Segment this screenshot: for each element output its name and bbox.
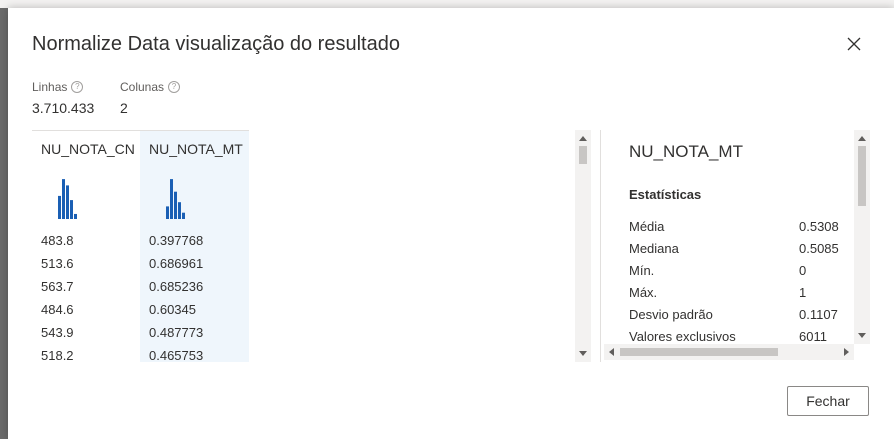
stats-heading: Estatísticas	[629, 187, 702, 202]
grid-cell[interactable]: 0.686961	[149, 256, 203, 271]
histogram-bar	[166, 206, 169, 219]
grid-column-nu-nota-mt[interactable]: NU_NOTA_MT 0.397768 0.686961 0.685236 0.…	[140, 130, 249, 362]
scrollbar-thumb[interactable]	[620, 348, 778, 356]
stat-label: Desvio padrão	[629, 307, 713, 322]
column-histogram	[166, 179, 185, 219]
stat-value: 1	[799, 285, 807, 300]
grid-cell[interactable]: 513.6	[41, 256, 74, 271]
grid-cell[interactable]: 484.6	[41, 302, 74, 317]
grid-cell[interactable]: 543.9	[41, 325, 74, 340]
scroll-left-arrow-icon[interactable]	[609, 348, 614, 356]
cols-label-group: Colunas ?	[120, 80, 181, 94]
scroll-up-arrow-icon[interactable]	[579, 136, 587, 141]
stat-label: Média	[629, 219, 665, 234]
stat-value: 0	[799, 263, 807, 278]
grid-cell[interactable]: 0.465753	[149, 348, 203, 362]
grid-column-nu-nota-cn[interactable]: NU_NOTA_CN 483.8 513.6 563.7 484.6 543.9…	[32, 130, 140, 362]
rows-value: 3.710.433	[32, 100, 95, 116]
column-header[interactable]: NU_NOTA_MT	[149, 141, 243, 157]
column-statistics-panel: NU_NOTA_MT Estatísticas Média 0.5308 Med…	[600, 130, 855, 362]
histogram-bar	[62, 179, 65, 219]
stat-label: Mín.	[629, 263, 655, 278]
grid-cell[interactable]: 0.487773	[149, 325, 203, 340]
histogram-bar	[70, 200, 73, 219]
cols-value: 2	[120, 100, 128, 116]
close-icon	[847, 37, 861, 51]
dialog-title: Normalize Data visualização do resultado	[32, 33, 400, 55]
stat-label: Máx.	[629, 285, 658, 300]
info-icon[interactable]: ?	[71, 81, 84, 93]
stat-value: 6011	[799, 329, 827, 344]
cols-label: Colunas	[120, 80, 165, 94]
histogram-bar	[74, 213, 77, 219]
grid-cell[interactable]: 518.2	[41, 348, 74, 362]
histogram-bar	[182, 212, 185, 219]
histogram-bar	[170, 179, 173, 219]
histogram-bar	[66, 185, 69, 219]
rows-label-group: Linhas ?	[32, 80, 84, 94]
scroll-down-arrow-icon[interactable]	[858, 333, 866, 338]
grid-cell[interactable]: 0.397768	[149, 233, 203, 248]
stat-value: 0.5085	[799, 241, 839, 256]
result-visualization-dialog: Normalize Data visualização do resultado…	[8, 8, 894, 439]
background-page-strip	[0, 0, 894, 8]
histogram-bar	[178, 202, 181, 219]
grid-cell[interactable]: 563.7	[41, 279, 74, 294]
column-header[interactable]: NU_NOTA_CN	[41, 141, 135, 157]
stat-value: 0.5308	[799, 219, 839, 234]
info-icon[interactable]: ?	[168, 81, 181, 93]
histogram-bar	[174, 191, 177, 219]
histogram-bar	[58, 195, 61, 219]
stat-label: Valores exclusivos	[629, 329, 736, 344]
scrollbar-thumb[interactable]	[858, 146, 866, 206]
scrollbar-thumb[interactable]	[579, 146, 587, 164]
grid-cell[interactable]: 0.60345	[149, 302, 196, 317]
scroll-up-arrow-icon[interactable]	[858, 136, 866, 141]
stat-label: Mediana	[629, 241, 679, 256]
grid-cell[interactable]: 483.8	[41, 233, 74, 248]
scroll-right-arrow-icon[interactable]	[844, 348, 849, 356]
rows-label: Linhas	[32, 80, 68, 94]
data-grid: NU_NOTA_CN 483.8 513.6 563.7 484.6 543.9…	[32, 130, 596, 362]
column-histogram	[58, 179, 77, 219]
close-button[interactable]	[844, 34, 864, 54]
stat-value: 0.1107	[799, 307, 838, 322]
grid-vertical-scrollbar[interactable]	[575, 130, 591, 362]
close-dialog-button[interactable]: Fechar	[787, 386, 869, 416]
stats-vertical-scrollbar[interactable]	[854, 130, 870, 344]
stats-column-title: NU_NOTA_MT	[629, 142, 743, 161]
stats-horizontal-scrollbar[interactable]	[604, 344, 854, 360]
grid-cell[interactable]: 0.685236	[149, 279, 203, 294]
scroll-down-arrow-icon[interactable]	[579, 351, 587, 356]
